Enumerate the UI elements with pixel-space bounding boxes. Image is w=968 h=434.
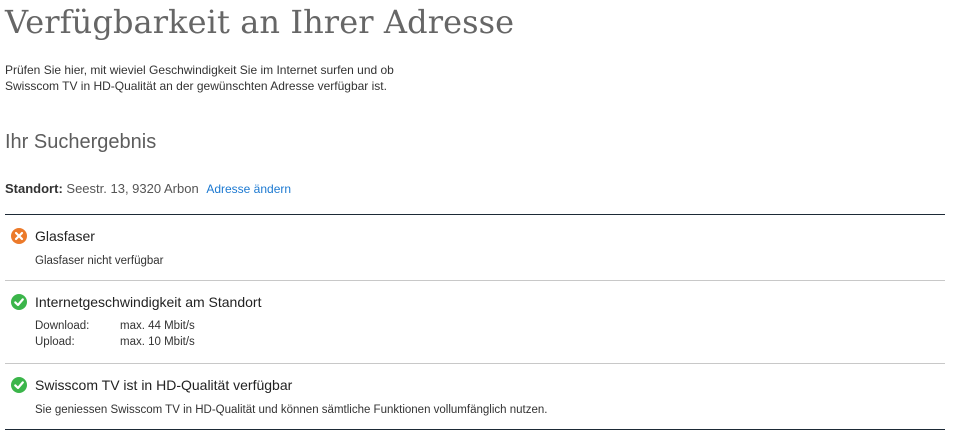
internet-speed-title: Internetgeschwindigkeit am Standort [35,294,262,310]
fiber-title: Glasfaser [35,228,95,244]
upload-label: Upload: [35,336,75,348]
results-bottom-divider [5,429,945,430]
fiber-section: Glasfaser Glasfaser nicht verfügbar [5,215,945,280]
tv-title: Swisscom TV ist in HD-Qualität verfügbar [35,377,293,393]
intro-line-1: Prüfen Sie hier, mit wieviel Geschwindig… [5,63,394,77]
location-label: Standort: [5,181,63,196]
tv-section: Swisscom TV ist in HD-Qualität verfügbar… [5,364,945,429]
intro-text: Prüfen Sie hier, mit wieviel Geschwindig… [5,62,445,94]
check-circle-icon [11,294,27,310]
upload-value: max. 10 Mbit/s [120,336,195,348]
intro-line-2: Swisscom TV in HD-Qualität an der gewüns… [5,79,387,93]
check-circle-icon [11,377,27,393]
location-value: Seestr. 13, 9320 Arbon [66,181,199,196]
download-value: max. 44 Mbit/s [120,320,195,332]
x-circle-icon [11,228,27,244]
tv-description: Sie geniessen Swisscom TV in HD-Qualität… [35,404,548,416]
availability-page: Verfügbarkeit an Ihrer Adresse Prüfen Si… [0,0,968,434]
upload-row: Upload: max. 10 Mbit/s [35,334,195,350]
fiber-status-text: Glasfaser nicht verfügbar [35,255,164,267]
internet-speed-section: Internetgeschwindigkeit am Standort Down… [5,281,945,363]
location-row: Standort: Seestr. 13, 9320 Arbon Adresse… [5,180,291,198]
change-address-link[interactable]: Adresse ändern [206,182,291,196]
result-heading: Ihr Suchergebnis [5,131,157,153]
download-row: Download: max. 44 Mbit/s [35,318,195,334]
download-label: Download: [35,320,90,332]
page-title: Verfügbarkeit an Ihrer Adresse [5,3,515,41]
